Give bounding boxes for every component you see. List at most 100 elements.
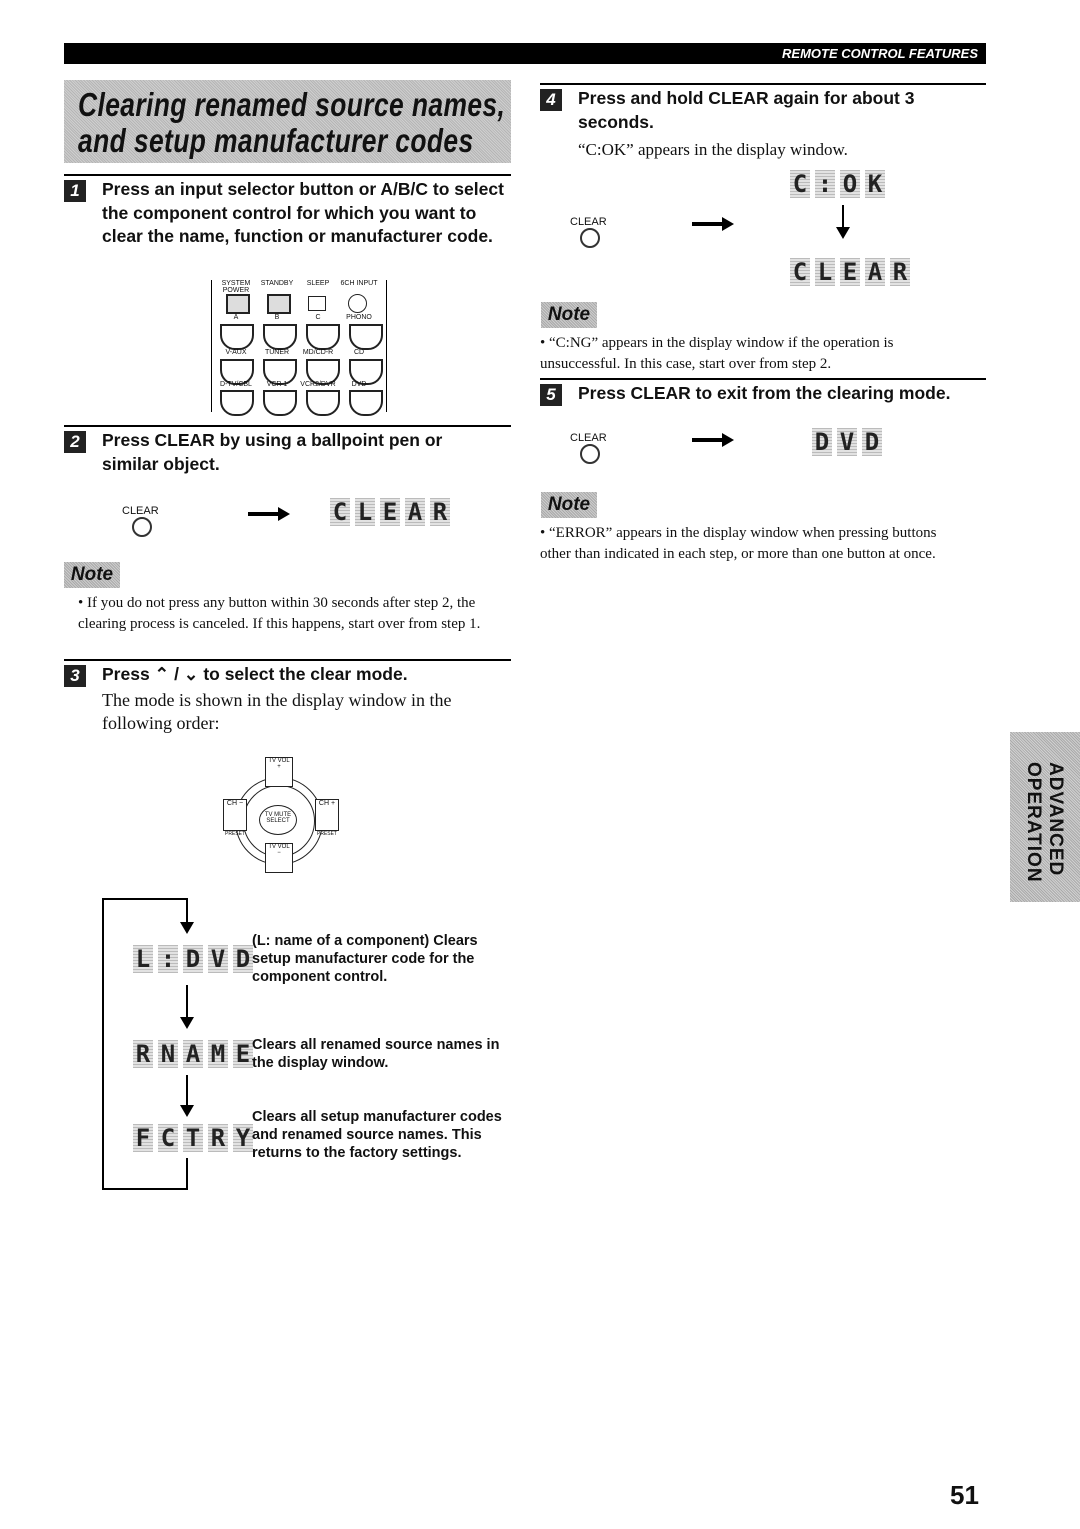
step-1: 1 Press an input selector button or A/B/…: [64, 174, 511, 276]
note-text: • “ERROR” appears in the display window …: [540, 525, 937, 562]
lcd-character: E: [840, 258, 860, 286]
lcd-character: L: [815, 258, 835, 286]
label-cd: CD: [353, 349, 365, 356]
system-power-button[interactable]: [226, 294, 250, 314]
step-3: 3 Press ⌃ / ⌄ to select the clear mode. …: [64, 659, 511, 741]
step-4: 4 Press and hold CLEAR again for about 3…: [540, 83, 986, 165]
lcd-character: M: [208, 1040, 228, 1068]
lcd-character: F: [133, 1124, 153, 1152]
button-c[interactable]: [306, 324, 340, 350]
lcd-character: O: [840, 170, 860, 198]
mode-description: (L: name of a component) Clears setup ma…: [252, 933, 478, 985]
lcd-display-clear: CLEAR: [330, 498, 450, 526]
label-vcr2-dvr: VCR2/DVR: [300, 381, 336, 388]
label-vcr1: VCR 1: [266, 381, 288, 388]
clear-label: CLEAR: [122, 505, 159, 517]
label-dvd: DVD: [351, 381, 367, 388]
lcd-character: A: [405, 498, 425, 526]
lcd-character: V: [208, 945, 228, 973]
clear-button-icon: CLEAR: [570, 216, 630, 256]
lcd-character: N: [158, 1040, 178, 1068]
label-c: C: [315, 314, 321, 321]
step-number: 2: [64, 431, 86, 453]
note-text: • If you do not press any button within …: [78, 595, 481, 632]
lcd-display-clear: CLEAR: [790, 258, 910, 286]
label-b: B: [274, 314, 280, 321]
step-text: Press CLEAR by using a ballpoint pen or …: [102, 430, 443, 474]
dtv-cbl-button[interactable]: [220, 390, 254, 416]
side-tab-line-2: OPERATION: [1023, 762, 1044, 883]
label-tuner: TUNER: [264, 349, 290, 356]
arrow-down-icon: [180, 1075, 194, 1117]
label-a: A: [233, 314, 239, 321]
page-title: Clearing renamed source names, and setup…: [64, 80, 511, 163]
section-title: REMOTE CONTROL FEATURES: [782, 46, 978, 61]
label-sleep: SLEEP: [306, 280, 330, 287]
lcd-character: D: [233, 945, 253, 973]
sleep-button[interactable]: [308, 296, 326, 311]
lcd-character: C: [158, 1124, 178, 1152]
note-badge: Note: [64, 562, 120, 588]
title-line-1: Clearing renamed source names,: [78, 86, 506, 123]
label-dtv-cbl: D-TV/CBL: [220, 381, 252, 388]
step-text: Press an input selector button or A/B/C …: [102, 179, 504, 246]
lcd-character: D: [183, 945, 203, 973]
page-number: 51: [950, 1480, 979, 1510]
step-number: 4: [540, 89, 562, 111]
title-line-2: and setup manufacturer codes: [78, 122, 474, 159]
6ch-input-button[interactable]: [348, 294, 367, 313]
tv-vol-down-button[interactable]: TV VOL −: [265, 843, 293, 873]
mode-description: Clears all setup manufacturer codes and …: [252, 1109, 502, 1161]
label-standby: STANDBY: [260, 280, 294, 287]
ch-up-button[interactable]: CH +: [315, 799, 339, 831]
lcd-character: V: [837, 428, 857, 456]
lcd-character: E: [380, 498, 400, 526]
side-tab-line-1: ADVANCED: [1045, 762, 1066, 877]
lcd-character: R: [208, 1124, 228, 1152]
clear-button-icon: CLEAR: [122, 505, 182, 545]
lcd-character: Y: [233, 1124, 253, 1152]
step-body: The mode is shown in the display window …: [102, 690, 452, 733]
section-header-bar: REMOTE CONTROL FEATURES: [64, 43, 986, 64]
lcd-character: D: [862, 428, 882, 456]
side-tab-advanced-operation: ADVANCED OPERATION: [1010, 732, 1080, 902]
lcd-character: K: [865, 170, 885, 198]
arrow-down-icon: [180, 985, 194, 1029]
mode-description: Clears all renamed source names in the d…: [252, 1037, 500, 1071]
dvd-button[interactable]: [349, 390, 383, 416]
lcd-character: R: [890, 258, 910, 286]
arrow-right-icon: [248, 507, 290, 521]
tv-vol-up-button[interactable]: TV VOL +: [265, 757, 293, 787]
lcd-character: C: [330, 498, 350, 526]
lcd-display-cok: C:OK: [790, 170, 885, 198]
arrow-down-icon: [180, 908, 194, 934]
tv-mute-select-button[interactable]: TV MUTE SELECT: [259, 805, 297, 835]
vcr2-dvr-button[interactable]: [306, 390, 340, 416]
lcd-character: T: [183, 1124, 203, 1152]
phono-button-a[interactable]: [220, 324, 254, 350]
lcd-character: R: [430, 498, 450, 526]
note-text: • “C:NG” appears in the display window i…: [540, 335, 894, 372]
lcd-character: C: [790, 170, 810, 198]
step-text: Press CLEAR to exit from the clearing mo…: [578, 383, 951, 403]
label-phono: PHONO: [346, 314, 372, 321]
ch-down-button[interactable]: CH −: [223, 799, 247, 831]
lcd-character: C: [790, 258, 810, 286]
lcd-mode-rname: RNAME: [133, 1040, 253, 1068]
lcd-character: L: [133, 945, 153, 973]
step-body: “C:OK” appears in the display window.: [578, 140, 848, 159]
step-number: 1: [64, 180, 86, 202]
arrow-right-icon: [692, 433, 734, 447]
lcd-mode-ldvd: L:DVD: [133, 945, 253, 973]
lcd-mode-fctry: FCTRY: [133, 1124, 253, 1152]
step-text: Press ⌃ / ⌄ to select the clear mode.: [102, 664, 408, 684]
vcr1-button[interactable]: [263, 390, 297, 416]
standby-button[interactable]: [267, 294, 291, 314]
lcd-character: A: [865, 258, 885, 286]
step-5: 5 Press CLEAR to exit from the clearing …: [540, 378, 986, 420]
label-v-aux: V-AUX: [225, 349, 247, 356]
phono-button[interactable]: [349, 324, 383, 350]
button-b[interactable]: [263, 324, 297, 350]
step-2: 2 Press CLEAR by using a ballpoint pen o…: [64, 425, 511, 487]
label-md-cdr: MD/CD-R: [302, 349, 334, 356]
